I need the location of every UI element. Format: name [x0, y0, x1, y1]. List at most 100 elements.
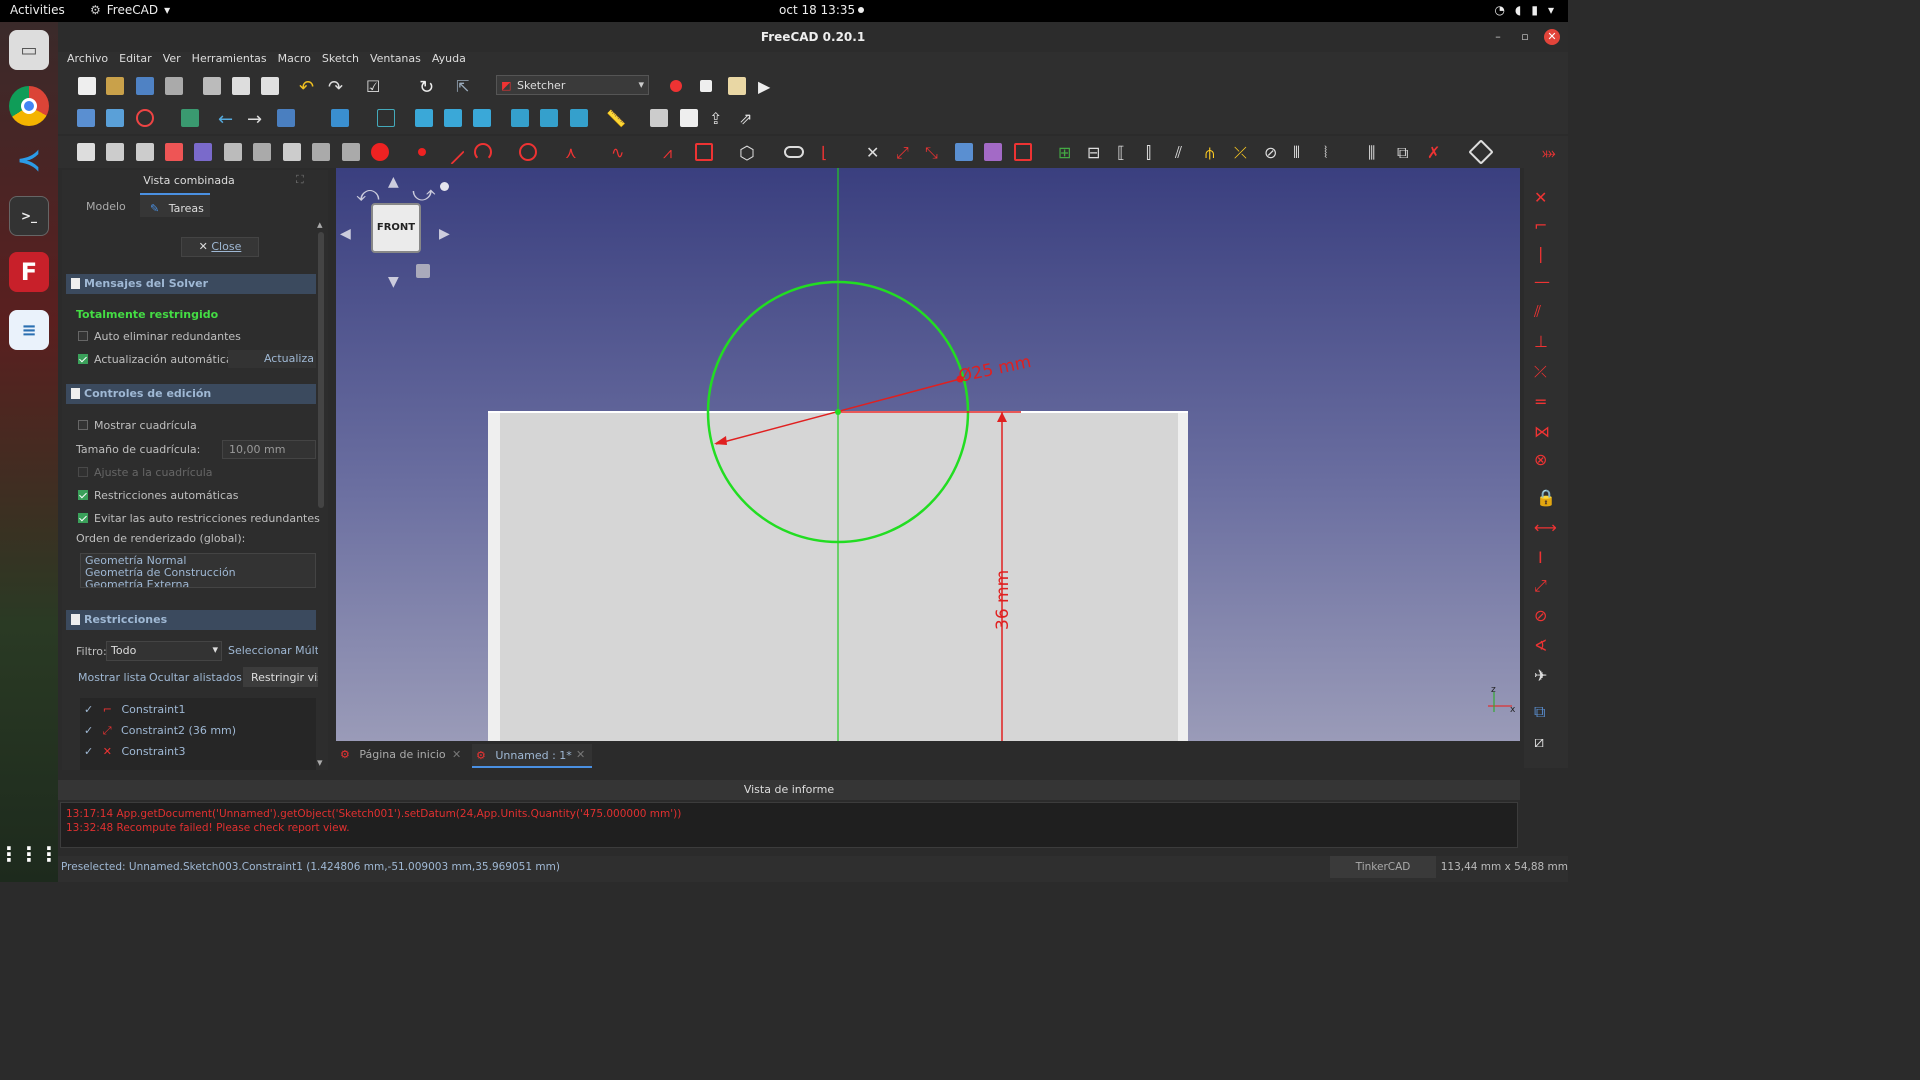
- new-file-icon[interactable]: [78, 77, 96, 95]
- menu-archivo[interactable]: Archivo: [67, 52, 108, 70]
- menu-ventanas[interactable]: Ventanas: [370, 52, 421, 70]
- block-icon[interactable]: ⊗: [1534, 450, 1547, 469]
- group-icon[interactable]: [680, 109, 698, 127]
- slot-icon[interactable]: [784, 146, 804, 158]
- tab-modelo[interactable]: Modelo: [86, 200, 126, 213]
- minimize-icon[interactable]: –: [1490, 29, 1506, 45]
- restrict-visibility-button[interactable]: Restringir vis: [243, 667, 318, 687]
- whats-this-icon[interactable]: ⇱: [456, 77, 474, 96]
- validate-sketch-icon[interactable]: [194, 143, 212, 161]
- vscode-icon[interactable]: ≺: [9, 140, 49, 180]
- close-button[interactable]: ✕ Close: [181, 237, 259, 257]
- files-icon[interactable]: ▭: [9, 30, 49, 70]
- navigation-style-button[interactable]: TinkerCAD: [1330, 856, 1436, 878]
- undo-icon[interactable]: ↶: [299, 77, 317, 98]
- render-order-item[interactable]: Geometría Externa: [85, 579, 311, 588]
- draw-style-icon[interactable]: [136, 109, 154, 127]
- navigation-cube[interactable]: ⤺ ▲ ⤻ ◀ ▶ ▼ FRONT: [340, 174, 454, 290]
- reorient-sketch-icon[interactable]: [165, 143, 183, 161]
- arrow-left-icon[interactable]: ◀: [340, 226, 351, 242]
- rectangle-icon[interactable]: [695, 143, 713, 161]
- recompute-icon[interactable]: ↻: [419, 77, 437, 98]
- view-menu-dot[interactable]: [440, 182, 449, 191]
- writer-icon[interactable]: ≡: [9, 310, 49, 350]
- tab-tareas[interactable]: ✎ Tareas: [140, 193, 210, 217]
- equal-icon[interactable]: =: [1534, 392, 1547, 411]
- new-sketch-icon[interactable]: [77, 143, 95, 161]
- vertical-constraint-icon[interactable]: ⟦: [1117, 143, 1135, 162]
- arrow-down-icon[interactable]: ▼: [388, 274, 399, 290]
- vertical-distance-icon[interactable]: I: [1538, 548, 1543, 567]
- auto-update-checkbox[interactable]: [78, 354, 88, 364]
- edit-sketch-icon[interactable]: [312, 143, 330, 161]
- left-view-icon[interactable]: [570, 109, 588, 127]
- fit-selection-icon[interactable]: [106, 109, 124, 127]
- toggle-active-icon[interactable]: ⤗: [1542, 143, 1560, 162]
- clock[interactable]: oct 18 13:35: [779, 3, 855, 17]
- symmetric-icon[interactable]: ⋈: [1534, 422, 1550, 441]
- front-view-icon[interactable]: [415, 109, 433, 127]
- export-icon[interactable]: ⇪: [709, 109, 727, 128]
- macro-run-icon[interactable]: ▶: [758, 77, 776, 96]
- block-constraint-icon[interactable]: ⦚: [1324, 143, 1342, 162]
- menu-editar[interactable]: Editar: [119, 52, 152, 70]
- vertical-icon[interactable]: |: [1538, 244, 1543, 263]
- carbon-copy-icon[interactable]: [984, 143, 1002, 161]
- part-icon[interactable]: [650, 109, 668, 127]
- select-multi-button[interactable]: Seleccionar Múlti: [228, 644, 318, 657]
- equal-constraint-icon[interactable]: ⊘: [1264, 143, 1282, 162]
- fit-all-icon[interactable]: [77, 109, 95, 127]
- system-tray[interactable]: ◔ ◖ ▮ ▾: [1495, 3, 1554, 17]
- open-file-icon[interactable]: [106, 77, 124, 95]
- nav-forward-icon[interactable]: →: [247, 109, 265, 130]
- perpendicular-constraint-icon[interactable]: ⫛: [1205, 143, 1223, 162]
- refresh-check-icon[interactable]: ☑: [366, 77, 384, 96]
- menu-ayuda[interactable]: Ayuda: [432, 52, 466, 70]
- solver-panel-header[interactable]: Mensajes del Solver: [66, 274, 316, 294]
- link-icon[interactable]: [277, 109, 295, 127]
- scroll-down-icon[interactable]: ▾: [317, 756, 323, 769]
- avoid-redundant-checkbox[interactable]: [78, 513, 88, 523]
- split-icon[interactable]: ⤡: [925, 143, 943, 162]
- point-icon[interactable]: [418, 148, 426, 156]
- toggle-driving-icon[interactable]: ⧉: [1534, 702, 1545, 722]
- stop-operation-icon[interactable]: [371, 143, 389, 161]
- menu-herramientas[interactable]: Herramientas: [192, 52, 267, 70]
- point-on-object-icon[interactable]: ⊟: [1087, 143, 1105, 162]
- bottom-view-icon[interactable]: [540, 109, 558, 127]
- undock-icon[interactable]: ⛶: [296, 173, 304, 187]
- activities-button[interactable]: Activities: [10, 3, 65, 17]
- delete-constraints-icon[interactable]: ✗: [1427, 143, 1445, 162]
- angle-icon[interactable]: ∢: [1534, 636, 1547, 655]
- sketch-canvas[interactable]: Ø25 mm 36 mm z x: [336, 168, 1520, 741]
- terminal-icon[interactable]: >_: [9, 196, 49, 236]
- toggle-active-icon[interactable]: ⧄: [1534, 732, 1544, 752]
- nav-back-icon[interactable]: ←: [218, 109, 236, 130]
- bspline-icon[interactable]: ∿: [611, 143, 629, 162]
- filter-select[interactable]: Todo ▾: [106, 641, 222, 661]
- scroll-up-icon[interactable]: ▴: [317, 218, 323, 231]
- restore-icon[interactable]: ▫: [1517, 29, 1533, 45]
- redo-icon[interactable]: ↷: [328, 77, 346, 98]
- arc-icon[interactable]: [474, 143, 492, 161]
- arrow-right-icon[interactable]: ▶: [439, 226, 450, 242]
- distance-icon[interactable]: ⤢: [1534, 576, 1547, 596]
- auto-remove-checkbox[interactable]: [78, 331, 88, 341]
- check-icon[interactable]: ✓: [84, 724, 93, 737]
- macro-stop-icon[interactable]: [700, 80, 712, 92]
- isometric-view-icon[interactable]: [377, 109, 395, 127]
- perpendicular-icon[interactable]: ⊥: [1534, 332, 1548, 351]
- share-icon[interactable]: ⇗: [739, 109, 757, 128]
- show-grid-checkbox[interactable]: [78, 420, 88, 430]
- save-icon[interactable]: [136, 77, 154, 95]
- list-item[interactable]: ✓ ⌐ Constraint1: [84, 703, 185, 716]
- cut-icon[interactable]: [203, 77, 221, 95]
- map-sketch-icon[interactable]: [136, 143, 154, 161]
- list-item[interactable]: ✓ ✕ Constraint3: [84, 745, 185, 758]
- 3d-viewport[interactable]: Ø25 mm 36 mm z x ⤺ ▲ ⤻ ◀ ▶ ▼ FRONT: [336, 168, 1520, 741]
- array-icon[interactable]: ⫼: [1368, 143, 1386, 162]
- construction-mode-icon[interactable]: [1014, 143, 1032, 161]
- fillet-icon[interactable]: ⌊: [821, 143, 839, 162]
- tab-unnamed[interactable]: ⚙ Unnamed : 1* ✕: [472, 744, 592, 768]
- external-geometry-icon[interactable]: [955, 143, 973, 161]
